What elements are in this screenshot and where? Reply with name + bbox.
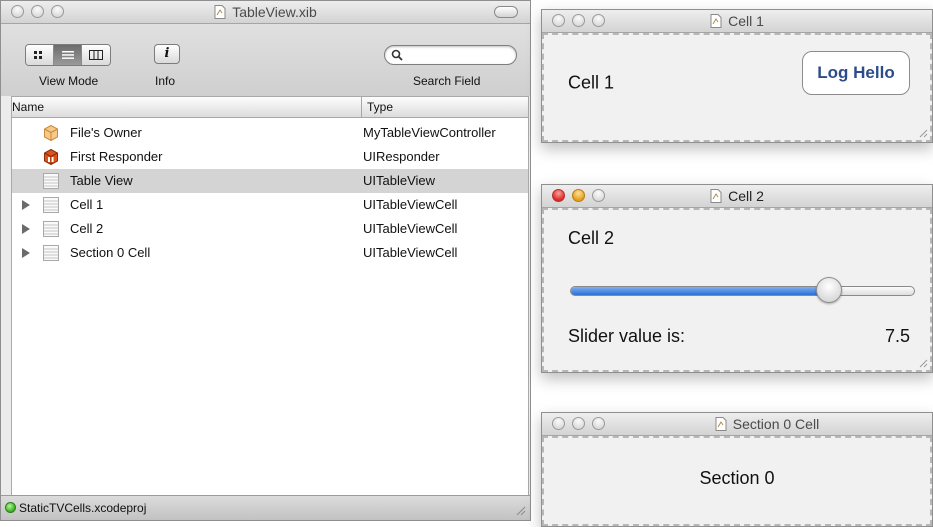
row-name: Table View xyxy=(70,173,133,188)
cell2-label: Cell 2 xyxy=(568,228,615,248)
info-button[interactable]: i xyxy=(154,44,180,64)
list-icon xyxy=(61,51,74,59)
project-name[interactable]: StaticTVCells.xcodeproj xyxy=(19,501,146,515)
resize-grip-icon[interactable] xyxy=(918,358,928,368)
table-header: Name Type xyxy=(12,97,528,118)
search-field-label: Search Field xyxy=(413,74,481,88)
section0-label: Section 0 xyxy=(699,468,775,488)
search-input[interactable] xyxy=(407,47,511,64)
row-type: UIResponder xyxy=(363,149,440,164)
objects-outline-table[interactable]: Name Type File's Owner MyTableViewContro… xyxy=(11,96,529,496)
row-name: Section 0 Cell xyxy=(70,245,151,260)
columns-icon xyxy=(89,50,103,60)
view-mode-segmented-control[interactable] xyxy=(25,44,111,66)
icon-grid-icon xyxy=(33,51,42,59)
disclosure-triangle-icon[interactable] xyxy=(22,248,30,258)
row-type: UITableViewCell xyxy=(363,245,458,260)
toolbar-toggle-button[interactable] xyxy=(494,6,518,18)
table-row[interactable]: Cell 1 UITableViewCell xyxy=(12,193,528,217)
project-status-icon xyxy=(5,502,16,513)
cell2-content: Cell 2 Slider value is: 7.5 xyxy=(542,208,932,372)
table-row[interactable]: File's Owner MyTableViewController xyxy=(12,121,528,145)
table-row[interactable]: Cell 2 UITableViewCell xyxy=(12,217,528,241)
title-bar[interactable]: Section 0 Cell xyxy=(542,413,932,436)
column-header-name[interactable]: Name xyxy=(12,100,44,114)
view-mode-label: View Mode xyxy=(39,74,99,88)
tableview-icon xyxy=(43,221,59,237)
resize-grip-icon[interactable] xyxy=(514,504,526,516)
row-type: UITableView xyxy=(363,173,436,188)
icon-view-button[interactable] xyxy=(26,45,54,65)
column-view-button[interactable] xyxy=(82,45,110,65)
info-label: Info xyxy=(155,74,176,88)
cell1-content: Cell 1 Log Hello xyxy=(542,33,932,142)
section0-window: Section 0 Cell Section 0 xyxy=(541,412,933,527)
list-view-button[interactable] xyxy=(54,45,82,65)
table-row[interactable]: Section 0 Cell UITableViewCell xyxy=(12,241,528,265)
cube-icon xyxy=(44,124,58,142)
window-title: Section 0 Cell xyxy=(542,416,932,432)
window-title-text: Section 0 Cell xyxy=(732,416,820,432)
row-name: File's Owner xyxy=(70,125,142,140)
window-title-text: Cell 2 xyxy=(728,188,764,204)
cell2-window: Cell 2 Cell 2 Slider value is: 7.5 xyxy=(541,184,933,373)
responder-icon xyxy=(44,148,58,166)
document-icon xyxy=(214,5,226,19)
row-type: UITableViewCell xyxy=(363,221,458,236)
window-title-text: TableView.xib xyxy=(232,4,317,20)
search-icon xyxy=(391,49,403,61)
window-title: Cell 2 xyxy=(542,188,932,204)
status-bar: StaticTVCells.xcodeproj xyxy=(1,495,530,520)
row-name: First Responder xyxy=(70,149,163,164)
window-title-text: Cell 1 xyxy=(728,13,764,29)
cell1-window: Cell 1 Cell 1 Log Hello xyxy=(541,9,933,143)
row-name: Cell 1 xyxy=(70,197,104,212)
tableview-icon xyxy=(43,245,59,261)
row-type: UITableViewCell xyxy=(363,197,458,212)
slider-value-caption: Slider value is: xyxy=(568,326,686,346)
title-bar[interactable]: TableView.xib xyxy=(1,1,530,24)
xib-document-window: TableView.xib View Mode i Info Search Fi… xyxy=(0,0,531,521)
window-title: TableView.xib xyxy=(1,4,530,20)
window-title: Cell 1 xyxy=(542,13,932,29)
slider-fill xyxy=(571,287,830,295)
document-icon xyxy=(715,417,727,431)
document-icon xyxy=(710,14,722,28)
tableview-icon xyxy=(43,173,59,189)
toolbar: View Mode i Info Search Field xyxy=(1,24,530,96)
log-hello-button[interactable]: Log Hello xyxy=(802,51,910,95)
search-field[interactable] xyxy=(384,45,517,65)
tableview-icon xyxy=(43,197,59,213)
row-type: MyTableViewController xyxy=(363,125,496,140)
row-name: Cell 2 xyxy=(70,221,104,236)
value-slider[interactable] xyxy=(570,286,915,296)
slider-thumb[interactable] xyxy=(815,277,842,303)
cell1-label: Cell 1 xyxy=(568,72,615,93)
disclosure-triangle-icon[interactable] xyxy=(22,200,30,210)
column-header-type[interactable]: Type xyxy=(367,100,393,114)
disclosure-triangle-icon[interactable] xyxy=(22,224,30,234)
title-bar[interactable]: Cell 1 xyxy=(542,10,932,33)
resize-grip-icon[interactable] xyxy=(918,128,928,138)
table-row[interactable]: Table View UITableView xyxy=(12,169,528,193)
document-icon xyxy=(710,189,722,203)
slider-value-text: 7.5 xyxy=(884,326,910,346)
column-divider[interactable] xyxy=(361,97,362,117)
section0-content: Section 0 xyxy=(542,436,932,526)
title-bar[interactable]: Cell 2 xyxy=(542,185,932,208)
table-row[interactable]: First Responder UIResponder xyxy=(12,145,528,169)
